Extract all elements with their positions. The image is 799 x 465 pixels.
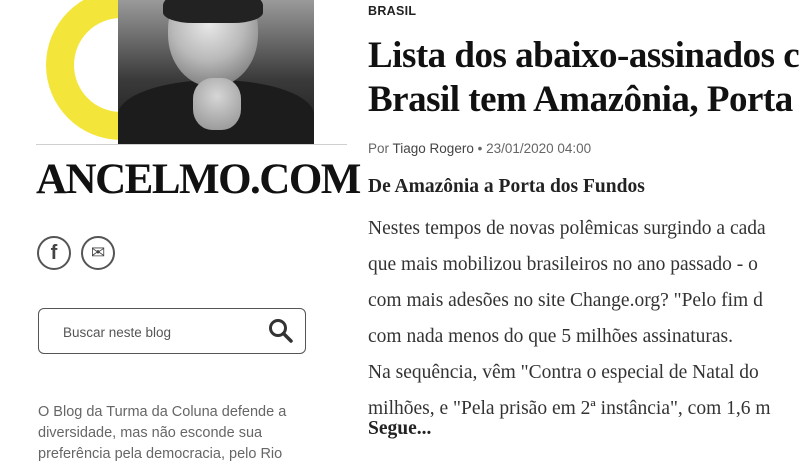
search-icon [269,319,293,343]
search-input[interactable] [61,319,255,345]
portrait-hand [193,78,241,130]
columnist-portrait [118,0,314,145]
article-subhead: De Amazônia a Porta dos Fundos [368,176,645,197]
article-body: Nestes tempos de novas polêmicas surgind… [368,211,771,427]
body-line: Na sequência, vêm "Contra o especial de … [368,362,759,383]
blog-search-box [38,308,306,354]
email-share-button[interactable]: ✉ [81,236,115,270]
article-headline: Lista dos abaixo-assinados com Brasil te… [368,34,799,122]
read-more-link[interactable]: Segue... [368,418,431,440]
portrait-hair [163,0,263,23]
byline-prefix: Por [368,141,390,156]
body-line: com nada menos do que 5 milhões assinatu… [368,326,734,347]
about-line: diversidade, mas não esconde sua [38,425,263,441]
publish-date: • 23/01/2020 04:00 [477,141,592,156]
facebook-icon: f [50,241,58,264]
body-line: que mais mobilizou brasileiros no ano pa… [368,254,758,275]
search-button[interactable] [267,317,295,345]
about-line: O Blog da Turma da Coluna defende a [38,404,287,420]
columnist-logo-image[interactable] [36,0,316,145]
headline-line: Brasil tem Amazônia, Porta dos [368,79,799,120]
body-line: com mais adesões no site Change.org? "Pe… [368,290,763,311]
body-line: Nestes tempos de novas polêmicas surgind… [368,218,766,239]
section-label[interactable]: BRASIL [368,4,416,18]
blog-brand-title[interactable]: ANCELMO.COM [36,152,361,208]
facebook-share-button[interactable]: f [37,236,71,270]
blog-about-text: O Blog da Turma da Coluna defende a dive… [38,402,318,465]
headline-line: Lista dos abaixo-assinados com [368,35,799,76]
about-line: preferência pela democracia, pelo Rio [38,446,283,462]
sidebar: ANCELMO.COM f ✉ O Blog da Turma da Colun… [0,0,361,462]
email-icon: ✉ [90,243,106,263]
article-main: BRASIL Lista dos abaixo-assinados com Br… [368,0,799,450]
article-byline: Por Tiago Rogero • 23/01/2020 04:00 [368,141,591,156]
sidebar-divider [36,144,347,145]
author-link[interactable]: Tiago Rogero [393,141,474,156]
